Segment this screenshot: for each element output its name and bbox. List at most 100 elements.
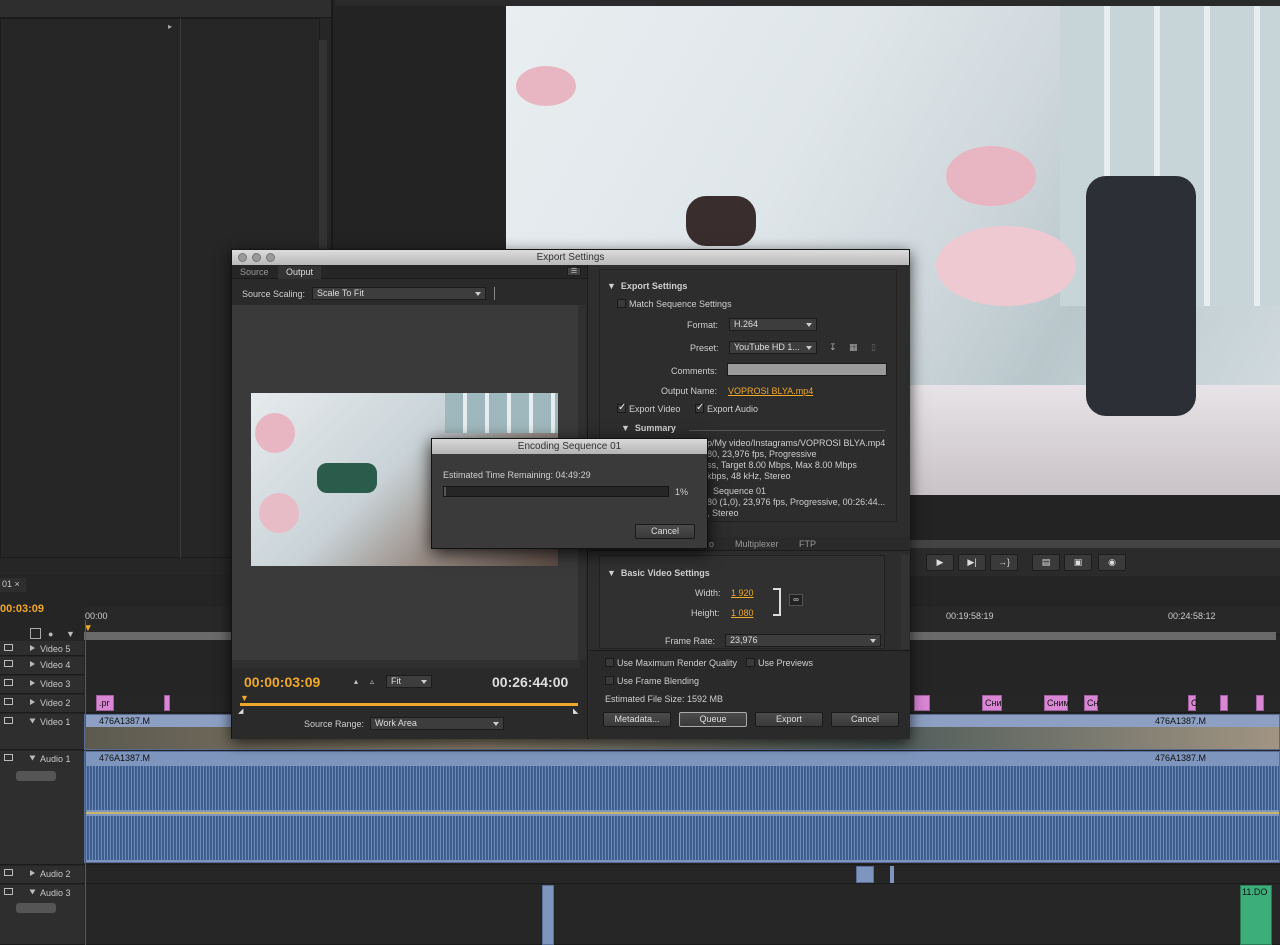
summary-header[interactable]: ▼ Summary (621, 423, 676, 433)
extract-button[interactable]: ▣ (1064, 554, 1092, 571)
comments-field[interactable] (727, 363, 887, 376)
timeline-tab[interactable]: 01 × (0, 578, 26, 592)
import-preset-icon[interactable]: ▦ (849, 342, 858, 353)
height-value[interactable]: 1 080 (731, 608, 754, 618)
track-header-audio3[interactable]: Audio 3 (0, 885, 84, 945)
title-clip[interactable] (1220, 695, 1228, 711)
title-clip[interactable] (914, 695, 930, 711)
queue-button[interactable]: Queue (679, 712, 747, 727)
expand-icon[interactable] (30, 661, 35, 667)
chain-link-icon[interactable]: ∞ (789, 594, 803, 606)
track-header-video1[interactable]: Video 1 (0, 714, 84, 750)
column-divider[interactable] (180, 18, 181, 558)
title-clip[interactable]: .pr (96, 695, 114, 711)
track-header-audio2[interactable]: Audio 2 (0, 866, 84, 884)
eye-icon[interactable] (4, 679, 13, 686)
camera-icon[interactable]: ◉ (1098, 554, 1126, 571)
out-point-marker[interactable]: ◣ (573, 707, 578, 715)
audio3-lane[interactable]: 11.DO (84, 885, 1280, 945)
encoding-dialog-title[interactable]: Encoding Sequence 01 (432, 439, 707, 454)
chevron-right-icon[interactable]: ▸ (168, 22, 172, 31)
metadata-button[interactable]: Metadata... (603, 712, 671, 727)
tab-source[interactable]: Source (232, 266, 277, 279)
snap-icon[interactable] (30, 628, 41, 639)
match-sequence-checkbox[interactable] (617, 299, 626, 308)
marker-icon[interactable]: ● (48, 629, 53, 639)
export-audio-checkbox[interactable] (695, 402, 704, 413)
step-forward-button[interactable]: ▶| (958, 554, 986, 571)
minimize-icon[interactable] (252, 253, 261, 262)
set-in-icon[interactable]: ▴ (354, 677, 358, 686)
timeline-timecode[interactable]: 00:03:09 (0, 603, 44, 615)
title-clip[interactable] (1256, 695, 1264, 711)
title-clip[interactable]: Сним (1044, 695, 1070, 711)
track-header-video3[interactable]: Video 3 (0, 676, 84, 694)
frame-rate-select[interactable]: 23,976 (725, 634, 881, 647)
volume-line[interactable] (85, 812, 1279, 814)
cancel-button[interactable]: Cancel (831, 712, 899, 727)
expand-icon[interactable] (30, 680, 35, 686)
export-settings-header[interactable]: ▼ Export Settings (607, 281, 687, 291)
audio1-lane[interactable]: 476A1387.M 476A1387.M (84, 751, 1280, 865)
in-point-marker[interactable]: ◢ (238, 707, 243, 715)
zoom-icon[interactable] (266, 253, 275, 262)
speaker-icon[interactable] (4, 888, 13, 895)
width-value[interactable]: 1 920 (731, 588, 754, 598)
zoom-select[interactable]: Fit (386, 675, 432, 688)
timecode-in[interactable]: 00:00:03:09 (244, 674, 320, 690)
output-name-link[interactable]: VOPROSI BLYA.mp4 (728, 386, 813, 396)
title-clip[interactable] (164, 695, 170, 711)
speaker-icon[interactable] (4, 754, 13, 761)
work-area-range[interactable] (240, 703, 578, 706)
eye-icon[interactable] (4, 644, 13, 651)
scrollbar[interactable] (901, 555, 909, 649)
track-header-video5[interactable]: Video 5 (0, 641, 84, 656)
frame-blending-checkbox[interactable] (605, 676, 614, 685)
preset-select[interactable]: YouTube HD 1... (729, 341, 817, 354)
eye-icon[interactable] (4, 717, 13, 724)
export-video-checkbox[interactable] (617, 402, 626, 413)
format-select[interactable]: H.264 (729, 318, 817, 331)
title-clip[interactable]: С (1188, 695, 1198, 711)
close-icon[interactable] (238, 253, 247, 262)
collapse-icon[interactable] (29, 889, 36, 895)
expand-icon[interactable] (30, 645, 35, 651)
collapse-icon[interactable] (29, 755, 36, 761)
track-header-audio1[interactable]: Audio 1 (0, 751, 84, 865)
basic-video-header[interactable]: ▼ Basic Video Settings (607, 568, 710, 578)
tab-ftp[interactable]: FTP (791, 538, 824, 551)
use-previews-checkbox[interactable] (746, 658, 755, 667)
tab-output[interactable]: Output (278, 266, 322, 279)
eye-icon[interactable] (4, 660, 13, 667)
audio-clip[interactable] (542, 885, 554, 945)
volume-keyframe-control[interactable] (16, 771, 56, 781)
hscrollbar[interactable] (232, 660, 580, 668)
audio2-lane[interactable] (84, 866, 1280, 884)
scrub-bar[interactable] (908, 540, 1280, 548)
add-marker-icon[interactable]: ▼ (66, 629, 75, 639)
audio-clip[interactable] (890, 866, 894, 883)
lift-button[interactable]: ▤ (1032, 554, 1060, 571)
track-header-video4[interactable]: Video 4 (0, 657, 84, 675)
cancel-encoding-button[interactable]: Cancel (635, 524, 695, 539)
source-range-select[interactable]: Work Area (370, 717, 504, 730)
panel-menu-icon[interactable]: ☰ (567, 267, 581, 276)
save-preset-icon[interactable]: ↧ (829, 342, 837, 353)
go-to-out-button[interactable]: →} (990, 554, 1018, 571)
volume-keyframe-control[interactable] (16, 903, 56, 913)
source-scaling-select[interactable]: Scale To Fit (312, 287, 486, 300)
delete-preset-icon[interactable]: ▯ (871, 342, 876, 353)
playhead-handle[interactable]: ▼ (240, 693, 249, 703)
audio-clip[interactable] (856, 866, 874, 883)
track-header-video2[interactable]: Video 2 (0, 695, 84, 713)
expand-icon[interactable] (30, 870, 35, 876)
export-button[interactable]: Export (755, 712, 823, 727)
play-button[interactable]: ▶ (926, 554, 954, 571)
title-clip[interactable]: Сни (982, 695, 1002, 711)
title-clip[interactable]: Сн (1084, 695, 1098, 711)
collapse-icon[interactable] (29, 718, 36, 724)
tab-multiplexer[interactable]: Multiplexer (727, 538, 787, 551)
speaker-icon[interactable] (4, 869, 13, 876)
max-render-checkbox[interactable] (605, 658, 614, 667)
audio-clip-end[interactable]: 11.DO (1240, 885, 1272, 945)
